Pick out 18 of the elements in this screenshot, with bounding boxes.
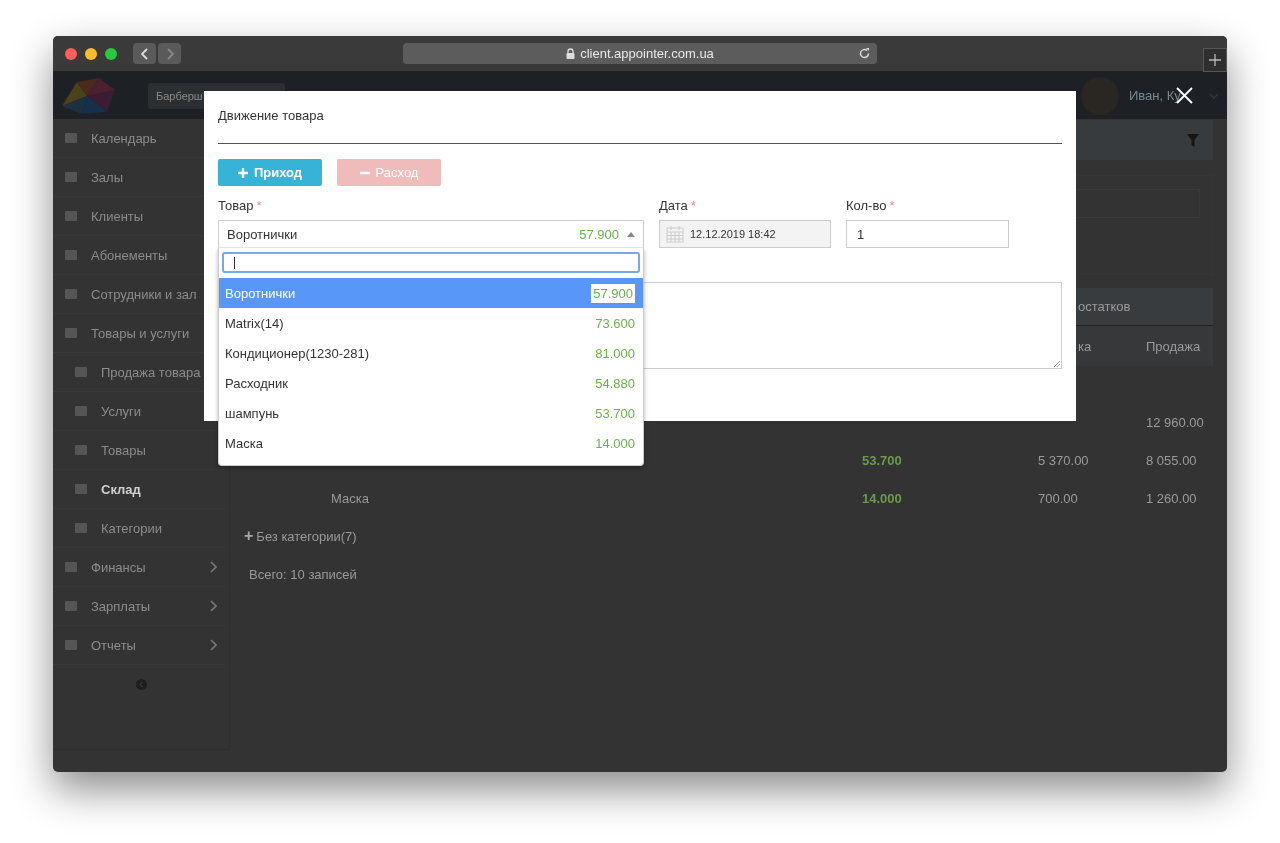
url-text: client.appointer.com.ua [580,46,714,61]
field-label: Кол-во [846,198,887,215]
required-mark: * [690,198,696,215]
table-cell: 8 055.00 [1146,452,1197,468]
table-cell: 700.00 [1038,490,1078,506]
table-cell: 1 260.00 [1146,490,1197,506]
table-cell: 53.700 [862,452,902,468]
table-cell: Маска [331,490,369,506]
required-mark: * [889,198,895,215]
column-header: ка [1077,338,1093,354]
table-cell: 14.000 [862,490,902,506]
required-mark: * [256,198,262,215]
field-label: Дата [659,198,688,215]
record-count: Всего: 10 записей [248,567,358,582]
table-cell: 12 960.00 [1146,414,1204,430]
table-cell: 5 370.00 [1038,452,1089,468]
column-header: остатков [1077,299,1132,314]
column-header: Продажа [1145,338,1202,354]
